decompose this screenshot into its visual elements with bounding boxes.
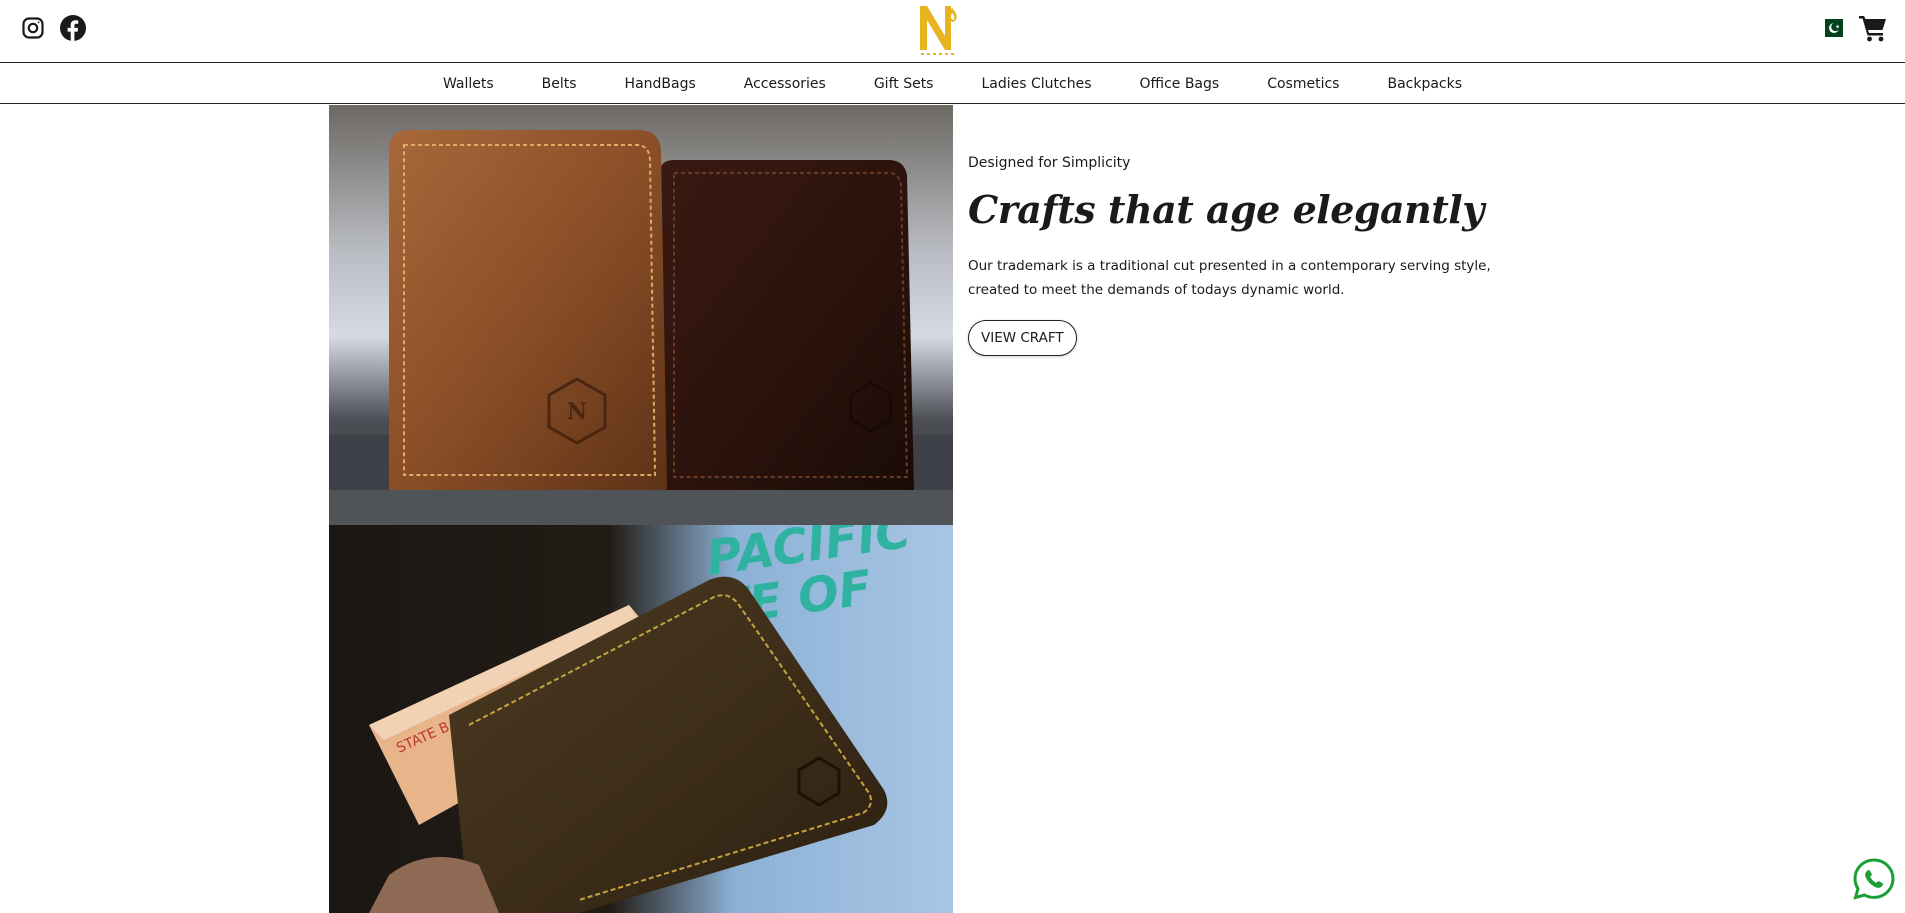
hero-headline: Crafts that age elegantly [968, 187, 1484, 232]
social-links [18, 13, 88, 43]
top-header [0, 0, 1905, 63]
nav-item-handbags[interactable]: HandBags [625, 76, 696, 92]
facebook-icon[interactable] [58, 13, 88, 43]
nav-item-belts[interactable]: Belts [542, 76, 577, 92]
wallet-in-hand-photo: PACIFIC TE OF STATE BANK OF PAK [329, 525, 953, 913]
nav-item-gift-sets[interactable]: Gift Sets [874, 76, 934, 92]
main-nav: Wallets Belts HandBags Accessories Gift … [0, 64, 1905, 104]
hero-content: Designed for Simplicity Crafts that age … [968, 155, 1538, 356]
hero-description: Our trademark is a traditional cut prese… [968, 258, 1491, 298]
whatsapp-icon[interactable] [1852, 857, 1896, 901]
header-actions [1819, 12, 1889, 44]
nav-item-cosmetics[interactable]: Cosmetics [1267, 76, 1339, 92]
product-images: N PACIFIC TE OF STATE [329, 105, 953, 913]
nav-item-ladies-clutches[interactable]: Ladies Clutches [981, 76, 1091, 92]
svg-text:N: N [567, 399, 587, 425]
view-craft-button[interactable]: VIEW CRAFT [968, 320, 1077, 356]
nav-item-backpacks[interactable]: Backpacks [1387, 76, 1462, 92]
hero-eyebrow: Designed for Simplicity [968, 155, 1131, 171]
nav-item-accessories[interactable]: Accessories [744, 76, 826, 92]
cart-icon[interactable] [1857, 12, 1889, 44]
pakistan-flag-icon[interactable] [1819, 19, 1843, 37]
instagram-icon[interactable] [18, 13, 48, 43]
wallets-photo-top: N [329, 105, 953, 525]
brand-logo[interactable] [915, 2, 963, 58]
nav-item-office-bags[interactable]: Office Bags [1140, 76, 1220, 92]
nav-item-wallets[interactable]: Wallets [443, 76, 494, 92]
